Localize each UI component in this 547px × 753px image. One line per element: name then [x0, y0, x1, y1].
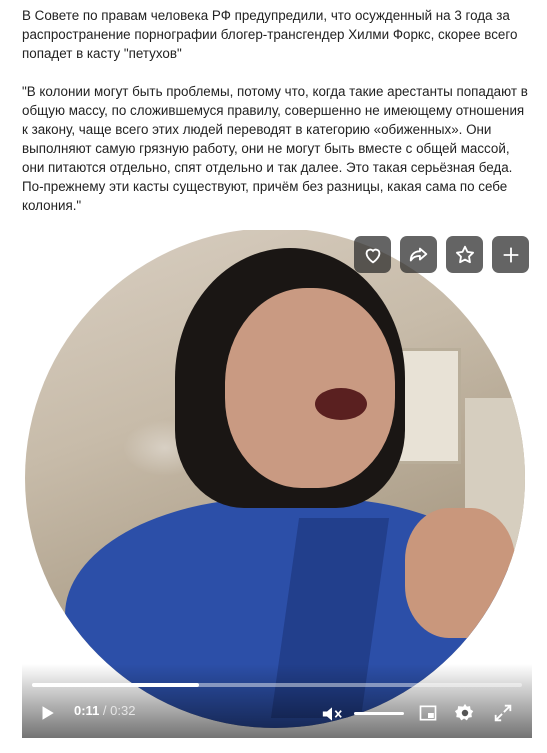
controls-row: 0:11 / 0:32	[22, 700, 532, 726]
video-player[interactable]	[22, 230, 532, 738]
plus-icon	[503, 247, 518, 262]
star-icon	[455, 245, 474, 263]
volume-slider[interactable]	[354, 712, 404, 715]
post-text: В Совете по правам человека РФ предупред…	[22, 6, 532, 215]
fullscreen-icon[interactable]	[492, 702, 514, 724]
muted-speaker-icon[interactable]	[320, 704, 344, 724]
duration: 0:32	[110, 703, 136, 718]
pip-icon[interactable]	[418, 703, 438, 723]
time-display: 0:11 / 0:32	[74, 703, 135, 718]
share-button[interactable]	[400, 236, 437, 273]
post-paragraph-2: "В колонии могут быть проблемы, потому ч…	[22, 84, 528, 213]
video-overlay-actions	[354, 236, 529, 273]
add-button[interactable]	[492, 236, 529, 273]
play-icon[interactable]	[38, 704, 56, 722]
face	[225, 288, 395, 488]
post-paragraph-1: В Совете по правам человека РФ предупред…	[22, 8, 518, 61]
time-separator: /	[99, 703, 111, 718]
like-button[interactable]	[354, 236, 391, 273]
video-controls: 0:11 / 0:32	[22, 664, 532, 738]
favorite-button[interactable]	[446, 236, 483, 273]
hand	[405, 508, 515, 638]
current-time: 0:11	[74, 703, 100, 718]
progress-fill	[32, 683, 199, 687]
share-icon	[409, 247, 427, 261]
mouth	[315, 388, 367, 420]
gear-icon[interactable]	[454, 702, 476, 724]
heart-icon	[365, 248, 380, 263]
progress-bar[interactable]	[32, 683, 522, 687]
video-frame	[25, 230, 525, 728]
